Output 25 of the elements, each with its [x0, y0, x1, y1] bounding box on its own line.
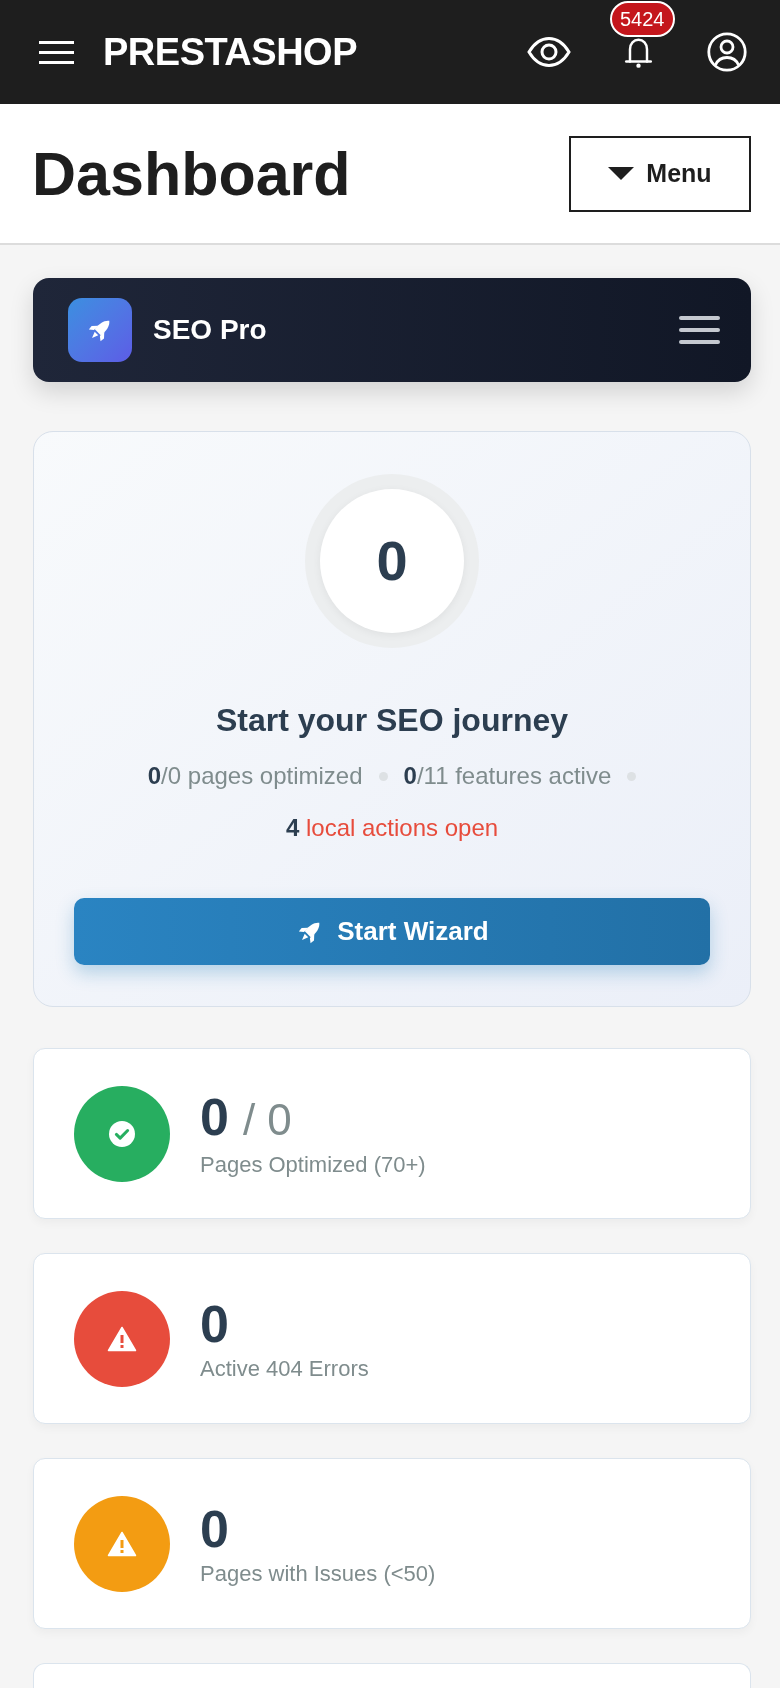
score-heading: Start your SEO journey	[215, 701, 569, 740]
menu-icon[interactable]	[39, 40, 74, 64]
stat-value: 0	[200, 1499, 229, 1558]
user-icon[interactable]	[707, 32, 747, 72]
stat-summary: 4 local actions open	[285, 813, 499, 843]
menu-button[interactable]: Menu	[569, 135, 751, 212]
start-wizard-button[interactable]: Start Wizard	[74, 898, 710, 965]
bell-icon[interactable]	[623, 35, 654, 69]
menu-icon[interactable]	[679, 316, 720, 344]
page-title: Dashboard	[32, 138, 351, 209]
brand-logo: PRESTASHOP	[103, 30, 357, 74]
stat-label: Active 404 Errors	[200, 1354, 369, 1383]
stat-total: / 0	[242, 1094, 292, 1146]
score-value: 0	[320, 489, 464, 633]
rocket-icon	[68, 298, 132, 362]
stat-summary: 0/0 pages optimized	[147, 761, 363, 791]
caret-icon	[608, 167, 635, 180]
stat-value: 0	[200, 1088, 229, 1146]
stat-value: 0	[200, 1294, 229, 1353]
stat-label: Pages Optimized (70+)	[200, 1151, 426, 1179]
module-title: SEO Pro	[153, 313, 267, 347]
notification-badge: 5424	[610, 1, 675, 37]
stat-summary: 0/11 features active	[403, 761, 612, 791]
stat-label: Pages with Issues (<50)	[200, 1559, 436, 1588]
eye-icon[interactable]	[527, 35, 571, 69]
